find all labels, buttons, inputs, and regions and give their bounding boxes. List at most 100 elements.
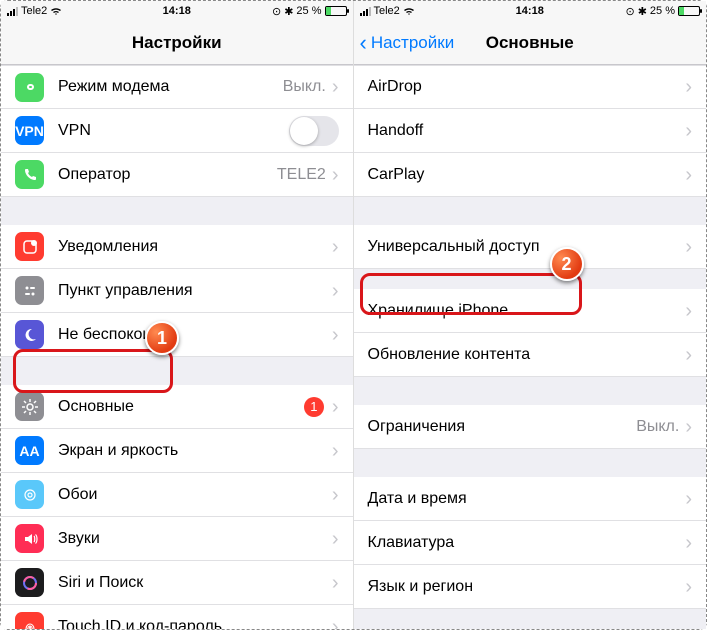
row-language-region[interactable]: Язык и регион › [354,565,707,609]
row-control-center[interactable]: Пункт управления › [1,269,353,313]
fingerprint-icon [15,612,44,629]
row-sounds[interactable]: Звуки › [1,517,353,561]
chevron-right-icon: › [332,529,339,549]
row-carplay[interactable]: CarPlay › [354,153,707,197]
row-display[interactable]: AA Экран и яркость › [1,429,353,473]
row-label: Siri и Поиск [58,574,332,592]
row-label: Ограничения [368,418,637,436]
page-title: Настройки [132,33,222,53]
clock: 14:18 [354,5,707,17]
chevron-left-icon: ‹ [360,32,367,54]
row-iphone-storage[interactable]: Хранилище iPhone › [354,289,707,333]
row-label: Язык и регион [368,578,686,596]
row-label: Обновление контента [368,346,686,364]
chevron-right-icon: › [332,77,339,97]
chevron-right-icon: › [685,121,692,141]
row-label: Оператор [58,166,277,184]
row-label: AirDrop [368,78,686,96]
row-general[interactable]: Основные 1 › [1,385,353,429]
row-notifications[interactable]: Уведомления › [1,225,353,269]
chevron-right-icon: › [332,485,339,505]
chevron-right-icon: › [332,281,339,301]
page-title: Основные [486,33,574,53]
chevron-right-icon: › [332,165,339,185]
gear-icon [15,392,44,421]
row-touchid[interactable]: Touch ID и код-пароль › [1,605,353,629]
back-label: Настройки [371,33,454,53]
chevron-right-icon: › [685,533,692,553]
row-label: Экран и яркость [58,442,332,460]
chevron-right-icon: › [685,489,692,509]
chevron-right-icon: › [685,165,692,185]
row-do-not-disturb[interactable]: Не беспокоить › [1,313,353,357]
link-icon [15,73,44,102]
status-bar: Tele2 14:18 ⊙ ✱ 25 % [354,1,707,21]
row-label: Режим модема [58,78,283,96]
siri-icon [15,568,44,597]
row-label: Звуки [58,530,332,548]
battery-icon [678,6,700,16]
row-personal-hotspot[interactable]: Режим модема Выкл. › [1,65,353,109]
row-vpn[interactable]: VPN VPN [1,109,353,153]
vpn-icon: VPN [15,116,44,145]
row-carrier[interactable]: Оператор TELE2 › [1,153,353,197]
chevron-right-icon: › [332,573,339,593]
display-icon: AA [15,436,44,465]
row-handoff[interactable]: Handoff › [354,109,707,153]
row-value: TELE2 [277,166,326,184]
chevron-right-icon: › [332,617,339,630]
row-keyboard[interactable]: Клавиатура › [354,521,707,565]
chevron-right-icon: › [685,417,692,437]
row-value: Выкл. [283,78,326,96]
general-list[interactable]: AirDrop › Handoff › CarPlay › Универсаль… [354,65,707,629]
row-label: Универсальный доступ [368,238,686,256]
tutorial-frame: Tele2 14:18 ⊙ ✱ 25 % Настройки Режим мо [0,0,707,630]
chevron-right-icon: › [685,77,692,97]
clock: 14:18 [1,5,353,17]
chevron-right-icon: › [685,577,692,597]
battery-icon [325,6,347,16]
row-value: Выкл. [636,418,679,436]
phone-right: Tele2 14:18 ⊙ ✱ 25 % ‹ Настройки Основны… [354,1,707,629]
notifications-icon [15,232,44,261]
row-label: Не беспокоить [58,326,332,344]
row-label: Дата и время [368,490,686,508]
phone-icon [15,160,44,189]
chevron-right-icon: › [685,301,692,321]
sounds-icon [15,524,44,553]
row-restrictions[interactable]: Ограничения Выкл. › [354,405,707,449]
row-label: Хранилище iPhone [368,302,686,320]
moon-icon [15,320,44,349]
chevron-right-icon: › [332,397,339,417]
row-label: Уведомления [58,238,332,256]
row-label: CarPlay [368,166,686,184]
chevron-right-icon: › [332,237,339,257]
row-background-refresh[interactable]: Обновление контента › [354,333,707,377]
chevron-right-icon: › [685,237,692,257]
row-label: Обои [58,486,332,504]
row-label: Пункт управления [58,282,332,300]
chevron-right-icon: › [332,441,339,461]
row-accessibility[interactable]: Универсальный доступ › [354,225,707,269]
row-label: Handoff [368,122,686,140]
row-label: Основные [58,398,304,416]
chevron-right-icon: › [332,325,339,345]
nav-bar: Настройки [1,21,353,65]
row-date-time[interactable]: Дата и время › [354,477,707,521]
control-center-icon [15,276,44,305]
wallpaper-icon [15,480,44,509]
chevron-right-icon: › [685,345,692,365]
vpn-toggle[interactable] [289,116,339,146]
settings-list[interactable]: Режим модема Выкл. › VPN VPN Оператор TE… [1,65,353,629]
row-siri[interactable]: Siri и Поиск › [1,561,353,605]
row-label: VPN [58,122,289,140]
back-button[interactable]: ‹ Настройки [360,21,455,64]
status-bar: Tele2 14:18 ⊙ ✱ 25 % [1,1,353,21]
row-label: Клавиатура [368,534,686,552]
nav-bar: ‹ Настройки Основные [354,21,707,65]
row-airdrop[interactable]: AirDrop › [354,65,707,109]
row-label: Touch ID и код-пароль [58,618,332,630]
phone-left: Tele2 14:18 ⊙ ✱ 25 % Настройки Режим мо [1,1,354,629]
notification-badge: 1 [304,397,324,417]
row-wallpaper[interactable]: Обои › [1,473,353,517]
